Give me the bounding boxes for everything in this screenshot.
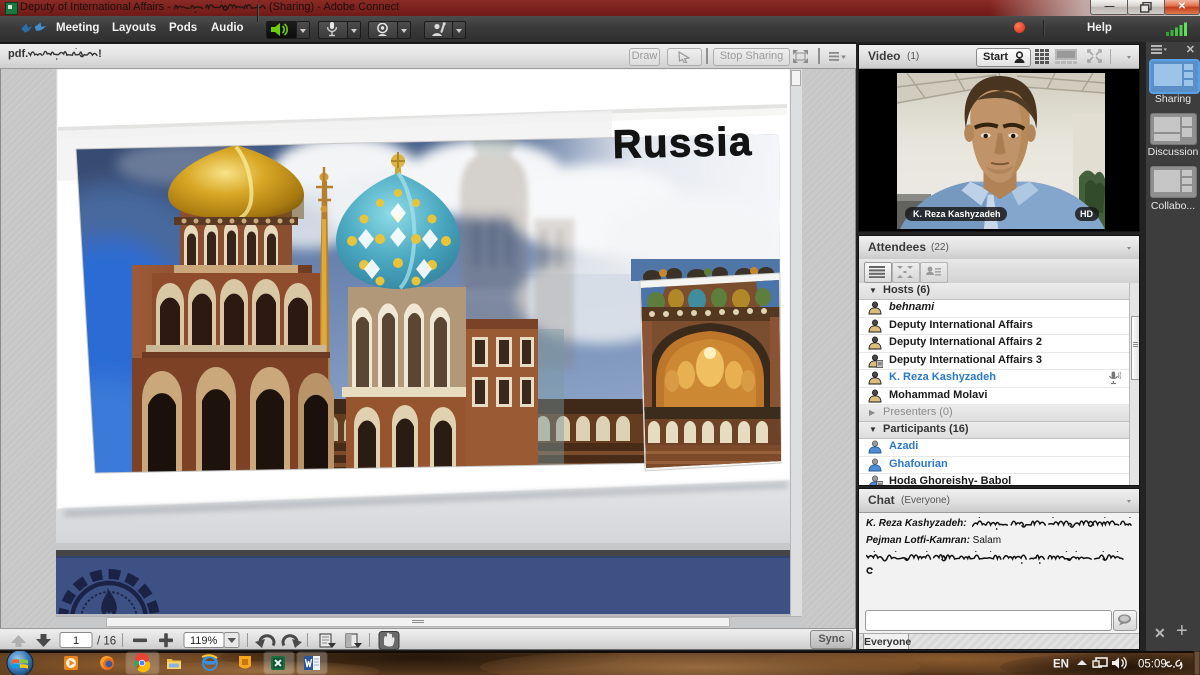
svg-text:Russia: Russia	[612, 120, 753, 167]
svg-text:K. Reza Kashyzadeh: K. Reza Kashyzadeh	[913, 209, 1001, 219]
svg-text:HD: HD	[1080, 209, 1093, 219]
svg-text:EN: EN	[1053, 659, 1069, 671]
svg-text:/ 16: / 16	[97, 636, 116, 648]
svg-text:119%: 119%	[190, 635, 218, 647]
svg-text:1: 1	[73, 635, 79, 647]
svg-text:05:09: 05:09	[1138, 659, 1167, 671]
